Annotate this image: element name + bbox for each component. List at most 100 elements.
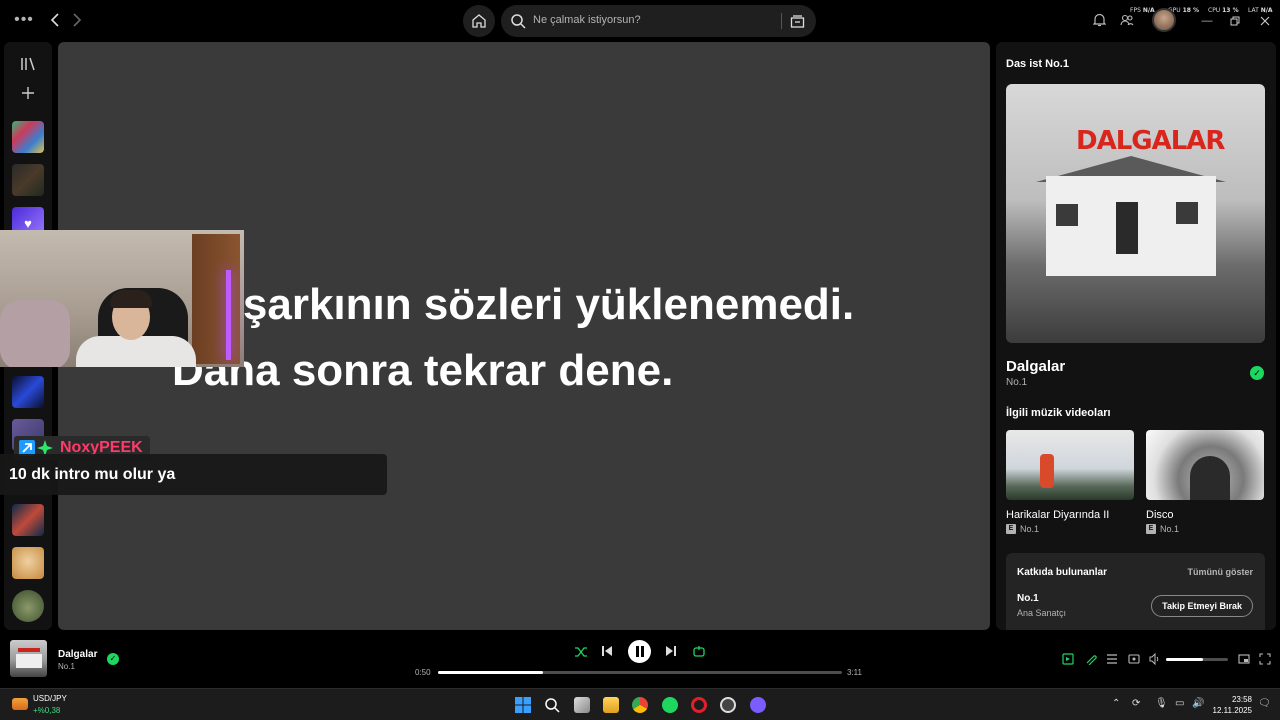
panel-playlist-title: Das ist No.1 xyxy=(1006,58,1069,70)
file-explorer-icon[interactable] xyxy=(603,697,619,713)
volume-slider[interactable] xyxy=(1166,658,1228,661)
lyrics-icon[interactable] xyxy=(1085,653,1097,665)
progress-bar[interactable] xyxy=(438,671,842,674)
shuffle-icon[interactable] xyxy=(574,645,588,659)
credits-title: Katkıda bulunanlar xyxy=(1017,567,1108,578)
saved-check-icon[interactable]: ✓ xyxy=(107,653,119,665)
library-icon[interactable] xyxy=(20,56,36,72)
next-track-icon[interactable] xyxy=(665,645,677,657)
panel-song-title[interactable]: Dalgalar xyxy=(1006,358,1065,375)
search-bar[interactable]: Ne çalmak istiyorsun? xyxy=(501,5,816,37)
taskbar-clock[interactable]: 23:58 12.11.2025 xyxy=(1212,694,1252,716)
playlist-thumbnail[interactable] xyxy=(12,504,44,536)
video-title[interactable]: Disco xyxy=(1146,509,1174,521)
cover-window xyxy=(1056,204,1078,226)
home-button[interactable] xyxy=(463,5,495,37)
webcam-person-body xyxy=(76,336,196,367)
sync-icon[interactable]: ⟳ xyxy=(1132,698,1140,709)
playlist-thumbnail[interactable] xyxy=(12,590,44,622)
volume-icon[interactable] xyxy=(1149,653,1161,665)
np-cover-house xyxy=(16,654,42,668)
notifications-bell-icon[interactable] xyxy=(1093,13,1106,27)
cover-title-text: DALGALAR xyxy=(1076,126,1225,156)
cover-window xyxy=(1176,202,1198,224)
microphone-icon[interactable]: 🎙 xyxy=(1155,698,1168,709)
minimize-window-icon[interactable]: — xyxy=(1200,14,1214,28)
related-videos-heading: İlgili müzik videoları xyxy=(1006,407,1111,419)
restore-window-icon[interactable] xyxy=(1228,14,1242,28)
video-artist[interactable]: No.1 xyxy=(1160,524,1179,534)
fullscreen-icon[interactable] xyxy=(1259,653,1271,665)
now-playing-cover[interactable] xyxy=(10,640,47,677)
friend-activity-icon[interactable] xyxy=(1120,13,1134,27)
credits-card: Katkıda bulunanlar Tümünü göster No.1 An… xyxy=(1006,553,1265,630)
unfollow-button[interactable]: Takip Etmeyi Bırak xyxy=(1151,595,1253,617)
now-playing-view-icon[interactable] xyxy=(1062,653,1074,665)
ticker-icon[interactable] xyxy=(12,698,28,710)
saved-check-icon[interactable]: ✓ xyxy=(1250,366,1264,380)
user-avatar[interactable] xyxy=(1152,8,1176,32)
video-thumbnail[interactable] xyxy=(1146,430,1264,500)
forward-arrow-icon[interactable] xyxy=(68,11,86,29)
video-subtitle: E No.1 xyxy=(1006,524,1039,534)
spotify-icon[interactable] xyxy=(662,697,678,713)
home-icon xyxy=(472,14,486,28)
browse-icon[interactable] xyxy=(790,14,805,29)
volume-fill xyxy=(1166,658,1204,661)
cover-door xyxy=(1116,202,1138,254)
elapsed-time: 0:50 xyxy=(415,668,431,677)
connect-device-icon[interactable] xyxy=(1128,653,1140,665)
video-thumbnail[interactable] xyxy=(1006,430,1134,500)
webcam-overlay xyxy=(0,230,244,367)
app-icon[interactable] xyxy=(750,697,766,713)
create-plus-icon[interactable] xyxy=(22,87,34,99)
chrome-icon[interactable] xyxy=(632,697,648,713)
video-artist[interactable]: No.1 xyxy=(1020,524,1039,534)
webcam-led-light xyxy=(226,270,231,360)
playlist-thumbnail[interactable] xyxy=(12,121,44,153)
ticker-name[interactable]: USD/JPY xyxy=(33,694,67,703)
search-icon[interactable] xyxy=(544,697,560,713)
video-title[interactable]: Harikalar Diyarında II xyxy=(1006,509,1109,521)
credit-artist-name[interactable]: No.1 xyxy=(1017,593,1039,604)
notification-center-icon[interactable]: 🗨 xyxy=(1258,698,1271,709)
player-bar: Dalgalar No.1 ✓ 0:50 3:11 xyxy=(0,630,1280,688)
start-windows-icon[interactable] xyxy=(515,697,531,713)
back-arrow-icon[interactable] xyxy=(46,11,64,29)
panel-artist-name[interactable]: No.1 xyxy=(1006,377,1027,388)
webcam-blanket xyxy=(0,300,70,367)
lyrics-error-message: Bu şarkının sözleri yüklenemedi. Daha so… xyxy=(172,280,855,395)
playlist-thumbnail[interactable] xyxy=(12,164,44,196)
latency-stat: LAT N/A xyxy=(1248,7,1273,14)
explicit-badge: E xyxy=(1006,524,1016,534)
video-subtitle: E No.1 xyxy=(1146,524,1179,534)
now-playing-artist[interactable]: No.1 xyxy=(58,662,75,671)
more-options-icon[interactable]: ••• xyxy=(14,11,34,28)
heart-icon: ♥ xyxy=(24,215,32,231)
chat-message: 10 dk intro mu olur ya xyxy=(9,466,176,483)
mini-player-icon[interactable] xyxy=(1238,653,1250,665)
network-icon[interactable]: ▭ xyxy=(1175,698,1184,709)
show-all-link[interactable]: Tümünü göster xyxy=(1188,567,1254,577)
now-playing-title[interactable]: Dalgalar xyxy=(58,649,97,660)
clock-time: 23:58 xyxy=(1231,695,1252,704)
speaker-icon[interactable]: 🔊 xyxy=(1192,698,1204,709)
progress-fill xyxy=(438,671,544,674)
pause-button[interactable] xyxy=(628,640,651,663)
windows-taskbar: USD/JPY +%0,38 ⌃ ⟳ 🎙 ▭ 🔊 23:58 12.11.202… xyxy=(0,688,1280,720)
clock-date: 12.11.2025 xyxy=(1212,706,1252,715)
playlist-thumbnail[interactable] xyxy=(12,547,44,579)
tray-overflow-icon[interactable]: ⌃ xyxy=(1112,698,1120,709)
fps-stat: FPS N/A xyxy=(1130,7,1155,14)
top-bar: ••• Ne çalmak istiyorsun? FPS N/A GPU 18… xyxy=(0,0,1280,42)
previous-track-icon[interactable] xyxy=(601,645,613,657)
np-cover-title xyxy=(18,648,40,652)
close-window-icon[interactable] xyxy=(1258,14,1272,28)
repeat-icon[interactable] xyxy=(692,645,706,659)
queue-icon[interactable] xyxy=(1106,653,1118,665)
playlist-thumbnail[interactable] xyxy=(12,376,44,408)
search-icon xyxy=(511,14,526,29)
obs-icon[interactable] xyxy=(720,697,736,713)
task-view-icon[interactable] xyxy=(574,697,590,713)
opera-icon[interactable] xyxy=(691,697,707,713)
